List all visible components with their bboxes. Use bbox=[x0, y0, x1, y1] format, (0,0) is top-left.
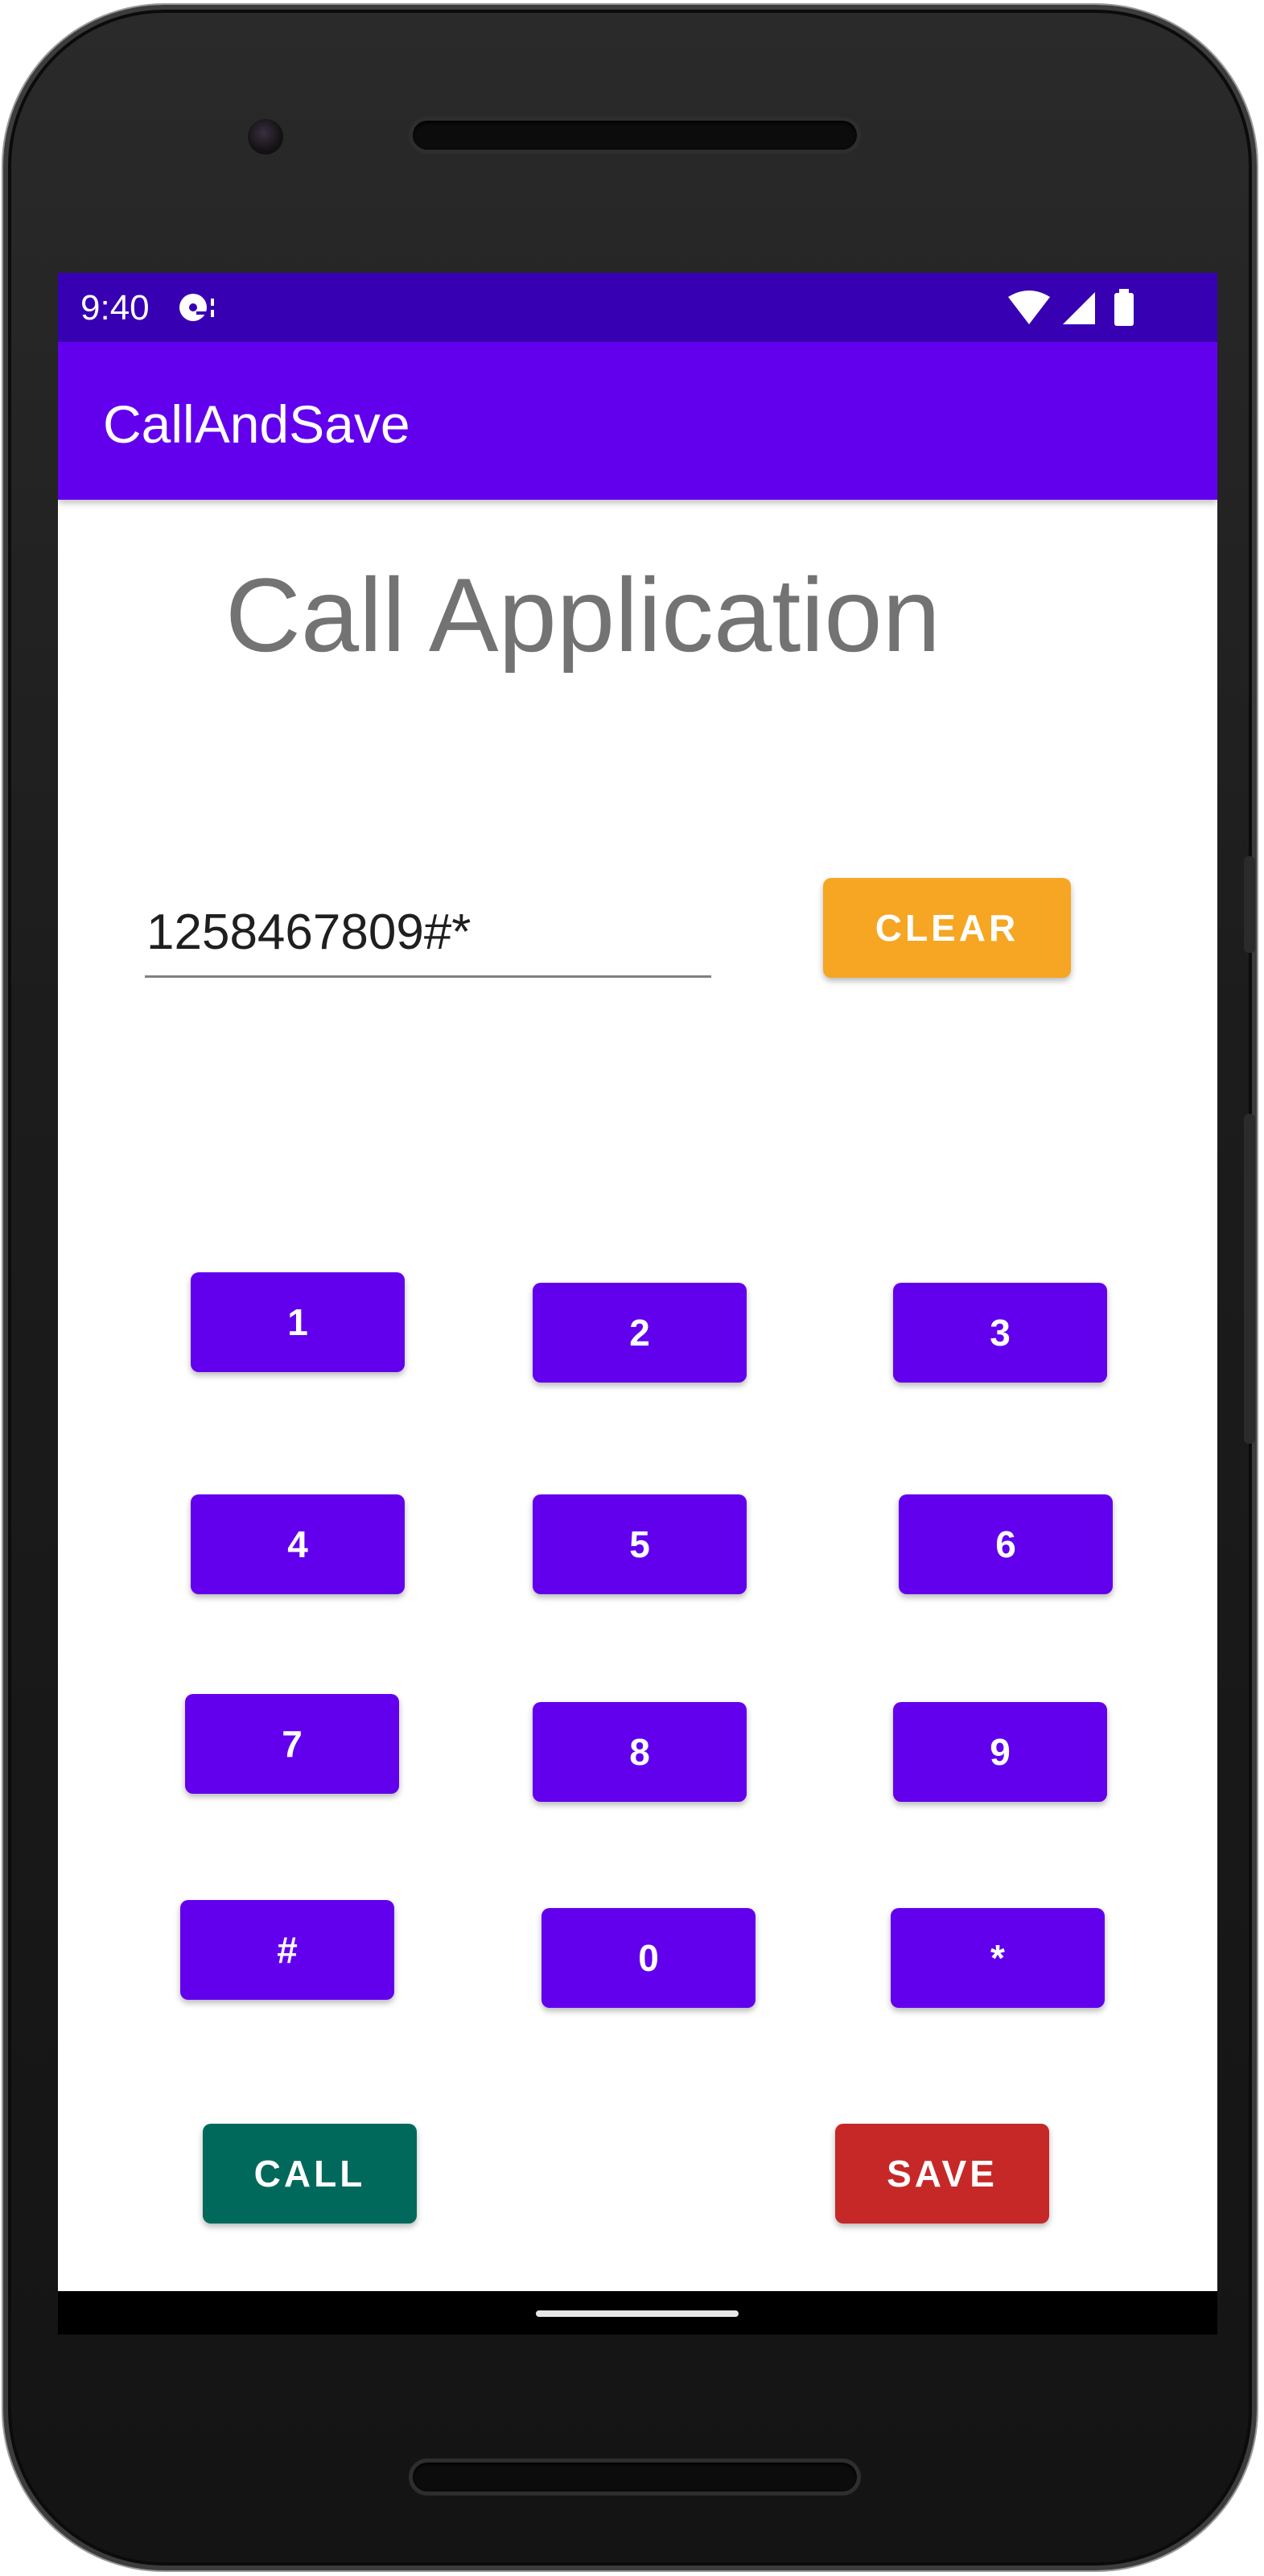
power-button bbox=[1244, 856, 1255, 953]
signal-icon bbox=[1063, 292, 1095, 324]
clear-button[interactable]: CLEAR bbox=[823, 878, 1071, 978]
phone-frame: 9:40 CallAndSave Call Application 125846… bbox=[3, 5, 1257, 2570]
save-button[interactable]: SAVE bbox=[835, 2124, 1049, 2224]
key-7-button[interactable]: 7 bbox=[185, 1694, 399, 1794]
key-hash-button[interactable]: # bbox=[180, 1900, 394, 2000]
home-gesture-handle[interactable] bbox=[536, 2310, 739, 2317]
volume-button bbox=[1244, 1114, 1255, 1444]
bottom-speaker bbox=[409, 2459, 861, 2496]
app-title: CallAndSave bbox=[103, 394, 410, 454]
key-3-button[interactable]: 3 bbox=[893, 1283, 1107, 1383]
key-6-button[interactable]: 6 bbox=[899, 1494, 1113, 1594]
earpiece-speaker bbox=[409, 117, 861, 154]
key-star-button[interactable]: * bbox=[891, 1908, 1105, 2008]
call-button[interactable]: CALL bbox=[203, 2124, 417, 2224]
app-bar: CallAndSave bbox=[58, 342, 1217, 500]
status-time: 9:40 bbox=[80, 288, 150, 328]
key-8-button[interactable]: 8 bbox=[533, 1702, 747, 1802]
phone-number-input[interactable] bbox=[145, 889, 711, 978]
key-5-button[interactable]: 5 bbox=[533, 1494, 747, 1594]
status-icons bbox=[1008, 289, 1134, 326]
key-2-button[interactable]: 2 bbox=[533, 1283, 747, 1383]
status-bar: 9:40 bbox=[58, 273, 1217, 342]
wifi-icon bbox=[1008, 291, 1050, 324]
key-4-button[interactable]: 4 bbox=[191, 1494, 405, 1594]
screen: 9:40 CallAndSave Call Application 125846… bbox=[58, 273, 1217, 2335]
front-camera-icon bbox=[248, 119, 283, 155]
key-0-button[interactable]: 0 bbox=[541, 1908, 756, 2008]
navigation-bar bbox=[58, 2291, 1217, 2335]
page-title: Call Application bbox=[225, 556, 941, 674]
media-icon bbox=[179, 294, 214, 321]
battery-icon bbox=[1114, 289, 1134, 326]
key-1-button[interactable]: 1 bbox=[191, 1272, 405, 1372]
key-9-button[interactable]: 9 bbox=[893, 1702, 1107, 1802]
